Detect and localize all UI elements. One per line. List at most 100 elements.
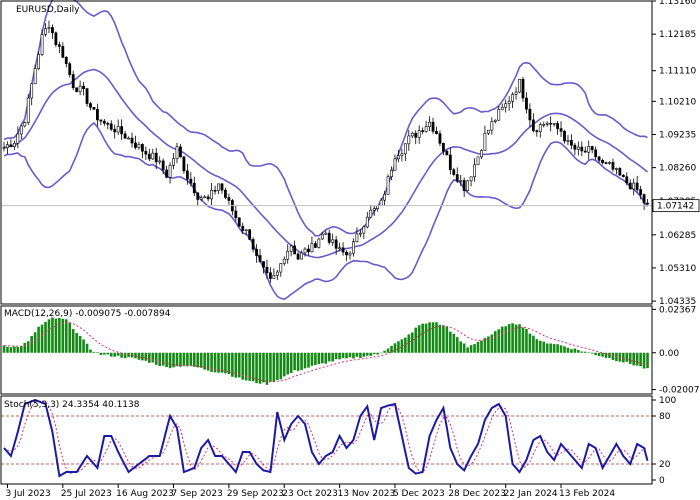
macd-bar	[376, 352, 379, 355]
candle-body	[179, 146, 182, 158]
candle-body	[528, 108, 532, 121]
candle	[213, 185, 217, 195]
candle	[6, 141, 9, 155]
candle	[192, 176, 196, 197]
candle-body	[476, 156, 480, 166]
macd-bar	[348, 352, 352, 358]
candle	[421, 127, 425, 135]
macd-bar	[71, 329, 75, 353]
candle	[227, 193, 231, 205]
candle-body	[258, 255, 262, 262]
candle	[583, 146, 587, 153]
candle-body	[44, 28, 47, 35]
candle-body	[348, 252, 352, 256]
macd-bar	[480, 340, 483, 353]
candle-body	[161, 160, 165, 171]
macd-bar	[400, 339, 404, 353]
candle-body	[417, 130, 421, 138]
macd-bar	[583, 351, 587, 353]
candle-body	[244, 229, 248, 232]
candle	[424, 120, 428, 133]
macd-bar	[314, 352, 317, 366]
candle	[483, 125, 487, 151]
candle	[369, 204, 373, 218]
macd-bar	[26, 341, 30, 353]
candle-body	[511, 94, 515, 102]
candle-body	[393, 158, 397, 171]
macd-tick-label: -0.020075	[659, 386, 700, 396]
macd-bar	[224, 352, 227, 374]
time-axis: 3 Jul 2023 25 Jul 2023 16 Aug 20237 Sep 20…	[5, 484, 615, 499]
candle-body	[172, 158, 175, 166]
macd-bar	[494, 331, 497, 353]
time-tick-label: 23 Oct 2023	[282, 489, 338, 499]
stoch-label: Stoch(5,3,3) 24.3354 40.1138	[4, 400, 140, 410]
candle-body	[525, 97, 528, 110]
macd-bar	[116, 352, 120, 356]
candle	[168, 162, 172, 184]
candle	[549, 116, 553, 132]
candle-body	[372, 208, 376, 211]
macd-bar	[549, 343, 552, 353]
candle	[54, 31, 58, 48]
candle-body	[120, 126, 124, 135]
macd-bar	[231, 352, 234, 377]
candle-body	[383, 194, 386, 201]
time-tick-label: 13 Feb 2024	[559, 489, 615, 499]
macd-bar	[490, 334, 494, 353]
candle-body	[185, 170, 189, 180]
candle-body	[365, 216, 369, 228]
macd-bar	[109, 352, 113, 357]
candle-body	[109, 123, 113, 130]
macd-bar	[327, 352, 331, 362]
macd-bar	[334, 352, 338, 360]
bollinger-lower-line	[3, 121, 649, 300]
candle	[327, 230, 331, 245]
macd-bar	[144, 352, 148, 361]
time-tick-label: 7 Sep 2023	[172, 489, 223, 499]
symbol-label: EURUSD,Daily	[16, 5, 80, 15]
candle-body	[435, 131, 438, 134]
candle-body	[552, 122, 556, 125]
candle	[26, 94, 30, 126]
candle	[431, 117, 435, 134]
candle	[64, 56, 68, 68]
candle-body	[144, 150, 148, 155]
macd-bar	[148, 352, 151, 363]
candle-body	[137, 144, 141, 148]
candle-body	[192, 182, 196, 194]
candle	[518, 79, 521, 94]
macd-bar	[179, 352, 182, 367]
candle-body	[618, 168, 622, 176]
candle	[407, 129, 411, 151]
candle-body	[480, 150, 483, 158]
candle	[403, 143, 407, 162]
candle	[428, 116, 431, 131]
candle-body	[531, 119, 535, 132]
candle	[341, 242, 345, 256]
candle-body	[96, 108, 99, 121]
candle-body	[452, 169, 456, 175]
candle-body	[334, 239, 338, 249]
macd-bar	[96, 352, 99, 353]
candle	[615, 167, 618, 175]
candle	[258, 249, 262, 263]
candle	[531, 113, 535, 133]
candle-body	[296, 253, 300, 260]
candle-body	[40, 34, 44, 55]
candle	[113, 124, 117, 139]
candle-body	[251, 239, 255, 250]
candle	[552, 122, 556, 127]
candle	[61, 42, 65, 58]
candle-body	[147, 153, 151, 160]
candle	[165, 165, 169, 179]
candle	[525, 92, 528, 114]
candle-body	[576, 146, 580, 150]
candle-body	[390, 169, 393, 178]
candle	[462, 177, 466, 197]
candle	[466, 180, 470, 192]
candle-body	[535, 130, 539, 133]
macd-bar	[30, 336, 33, 353]
macd-bar	[75, 333, 78, 353]
candle	[19, 124, 23, 140]
